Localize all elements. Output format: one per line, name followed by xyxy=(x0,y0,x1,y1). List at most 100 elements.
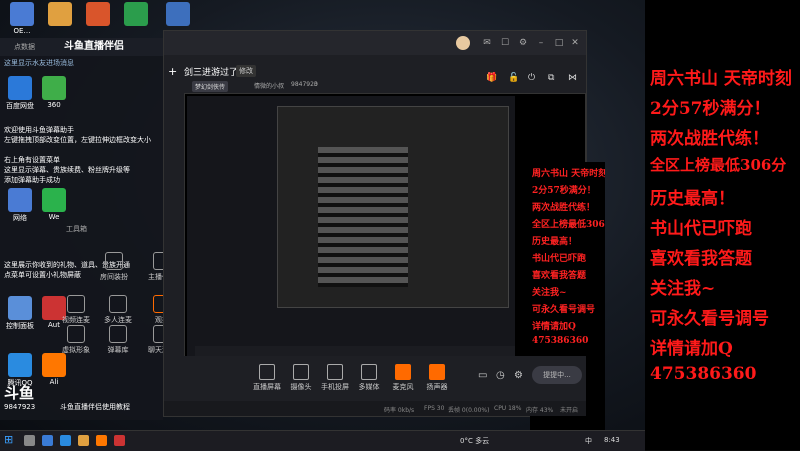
edge-icon[interactable] xyxy=(60,435,71,446)
overlay-line: 详情请加Q xyxy=(650,339,733,359)
clock[interactable]: 8:43 xyxy=(604,436,620,444)
nested-tunnel xyxy=(318,147,408,287)
chat-line: 右上角有设置菜单 xyxy=(4,156,60,164)
search-icon[interactable] xyxy=(24,435,35,446)
network-icon xyxy=(8,188,32,212)
app-icon xyxy=(10,2,34,26)
desktop-icon[interactable]: 控制面板 xyxy=(2,296,38,331)
side-item-video-link[interactable]: 视频连麦 xyxy=(56,295,96,325)
side-item-danmaku[interactable]: 弹幕库 xyxy=(98,325,138,355)
chat-line: 左键拖拽顶部改变位置，左键拉伸边框改变大小 xyxy=(4,136,151,144)
message-icon[interactable]: ✉ xyxy=(482,38,492,48)
explorer-icon[interactable] xyxy=(78,435,89,446)
overlay-line: 书山代已吓跑 xyxy=(650,219,752,239)
streamer-name: 情微的小叔 xyxy=(254,83,285,90)
screen-capture-button[interactable]: 直播屏幕 xyxy=(248,364,286,392)
overlay-line: 关注我~ xyxy=(650,279,716,299)
settings-icon[interactable]: ⚙ xyxy=(514,370,523,381)
side-item-decor[interactable]: 房间装扮 xyxy=(94,252,134,282)
document-icon xyxy=(166,2,190,26)
overlay-line: 历史最高！ xyxy=(650,189,735,209)
edit-title-button[interactable]: 修改 xyxy=(236,65,256,77)
microphone-button[interactable]: 麦克风 xyxy=(384,364,422,392)
desktop-icon[interactable] xyxy=(160,2,196,27)
overlay-line: 可永久看号调号 xyxy=(650,309,769,329)
chat-line: 欢迎使用斗鱼弹幕助手 xyxy=(4,126,74,134)
tools-label: 工具箱 xyxy=(66,225,87,233)
camera-button[interactable]: 摄像头 xyxy=(282,364,320,392)
add-scene-icon[interactable]: + xyxy=(168,65,177,78)
speaker-button[interactable]: 扬声器 xyxy=(418,364,456,392)
go-live-button[interactable]: 提提中... xyxy=(532,366,582,384)
dropped-status: 丢帧 0(0.00%) xyxy=(448,407,490,414)
multi-link-icon xyxy=(109,295,127,313)
record-icon[interactable]: ▭ xyxy=(478,370,487,381)
maximize-icon[interactable]: □ xyxy=(554,38,564,48)
overlay-line: 周六书山 天帝时刻 xyxy=(650,69,792,89)
stream-preview[interactable]: 周六书山 天帝时刻 2分57秒满分！ 两次战胜代练！ 全区上榜最低306分 历史… xyxy=(184,93,605,430)
desktop: OE… 点数据 这里显示水友进场消息 百度网盘 360 欢迎使用斗鱼弹幕助手 左… xyxy=(0,0,645,430)
share-icon[interactable]: ⋈ xyxy=(568,73,577,83)
ime-indicator[interactable]: 中 xyxy=(585,436,592,446)
avatar[interactable] xyxy=(456,36,470,50)
desktop-icon[interactable]: 网络 xyxy=(2,188,38,223)
overlay-line: 喜欢看我答题 xyxy=(650,249,752,269)
monitor-icon xyxy=(259,364,275,380)
desktop-icon[interactable] xyxy=(80,2,116,27)
side-item-avatar[interactable]: 虚拟形象 xyxy=(56,325,96,355)
gift-icon[interactable]: 🎁 xyxy=(486,73,497,83)
chat-header-label: 点数据 xyxy=(14,43,35,51)
windows-start-icon[interactable]: ⊞ xyxy=(4,433,13,446)
folder-icon xyxy=(48,2,72,26)
nested-app-window xyxy=(277,106,509,308)
desktop-icon[interactable] xyxy=(118,2,154,27)
copy-icon[interactable]: ⧉ xyxy=(548,73,554,83)
extra-status: 未开启 xyxy=(560,407,579,414)
title-bar[interactable]: 斗鱼直播伴侣 ✉ ☐ ⚙ – □ ✕ xyxy=(64,31,586,55)
overlay-line: 2分57秒满分！ xyxy=(650,99,771,119)
avatar-icon xyxy=(67,325,85,343)
decor-icon xyxy=(105,252,123,270)
desktop-icon[interactable]: 百度网盘 xyxy=(2,76,38,111)
danmaku-icon xyxy=(109,325,127,343)
control-panel-icon xyxy=(8,296,32,320)
phone-cast-button[interactable]: 手机投屏 xyxy=(316,364,354,392)
lock-icon[interactable]: 🔓 xyxy=(508,73,519,83)
desktop-icon[interactable]: 360 xyxy=(36,76,72,109)
task-view-icon[interactable] xyxy=(42,435,53,446)
ali-icon xyxy=(42,353,66,377)
bottom-toolbar: 直播屏幕 摄像头 手机投屏 多媒体 麦克风 扬声器 ▭ ◷ ⚙ 提提中... xyxy=(164,356,586,401)
excel-icon xyxy=(124,2,148,26)
weather-status[interactable]: 0°C 多云 xyxy=(460,436,489,446)
overlay-line: 475386360 xyxy=(650,364,757,384)
app-icon xyxy=(86,2,110,26)
timer-icon[interactable]: ◷ xyxy=(496,370,505,381)
media-button[interactable]: 多媒体 xyxy=(350,364,388,392)
desktop-icon[interactable]: OE… xyxy=(4,2,40,35)
douyu-taskbar-icon[interactable] xyxy=(96,435,107,446)
microphone-icon xyxy=(395,364,411,380)
overlay-line: 全区上榜最低306分 xyxy=(650,156,787,174)
side-item-multi-link[interactable]: 多人连麦 xyxy=(98,295,138,325)
app-taskbar-icon[interactable] xyxy=(114,435,125,446)
desktop-icon[interactable] xyxy=(42,2,78,27)
fps-status: FPS 30 xyxy=(424,405,445,412)
settings-icon[interactable]: ⚙ xyxy=(518,38,528,48)
tutorial-link[interactable]: 斗鱼直播伴侣使用教程 xyxy=(60,402,160,412)
status-bar: 码率 0kb/s FPS 30 丢帧 0(0.00%) CPU 18% 内存 4… xyxy=(164,401,586,416)
qq-icon xyxy=(8,353,32,377)
360-icon xyxy=(42,76,66,100)
close-icon[interactable]: ✕ xyxy=(570,38,580,48)
desktop-icon[interactable]: We xyxy=(36,188,72,221)
media-icon xyxy=(361,364,377,380)
power-icon[interactable]: ⏻ xyxy=(528,73,535,83)
cpu-status: CPU 18% xyxy=(494,405,522,412)
category-badge[interactable]: 梦幻剑侠传 xyxy=(192,81,229,92)
video-link-icon xyxy=(67,295,85,313)
taskbar: ⊞ 0°C 多云 中 8:43 xyxy=(0,430,645,451)
skin-icon[interactable]: ☐ xyxy=(500,38,510,48)
minimize-icon[interactable]: – xyxy=(536,38,546,48)
overlay-line: 两次战胜代练！ xyxy=(650,129,769,149)
preview-screen-capture xyxy=(187,96,515,364)
room-title: 剑三进游过了 xyxy=(184,68,239,78)
